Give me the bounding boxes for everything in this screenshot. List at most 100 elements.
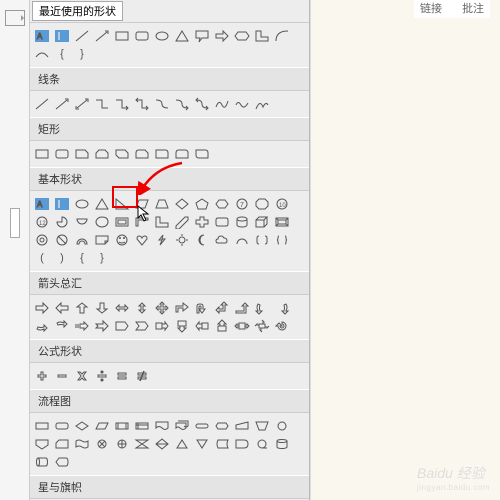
vtext-icon[interactable]: [53, 196, 71, 212]
divide-icon[interactable]: [93, 368, 111, 384]
right-arrow-icon[interactable]: [213, 28, 231, 44]
l-shape-icon[interactable]: [153, 214, 171, 230]
up-down-arrow-icon[interactable]: [133, 300, 151, 316]
snip-round-rect-icon[interactable]: [133, 146, 151, 162]
striped-arrow-icon[interactable]: [73, 318, 91, 334]
heart-icon[interactable]: [133, 232, 151, 248]
heptagon-icon[interactable]: 7: [233, 196, 251, 212]
flow-data-icon[interactable]: [93, 418, 111, 434]
up-arrow-icon[interactable]: [73, 300, 91, 316]
diamond-icon[interactable]: [173, 196, 191, 212]
flow-connector-icon[interactable]: [273, 418, 291, 434]
hexagon-icon[interactable]: [233, 28, 251, 44]
parallelogram-icon[interactable]: [133, 196, 151, 212]
moon-icon[interactable]: [193, 232, 211, 248]
circular-arrow-icon[interactable]: [273, 318, 291, 334]
triangle-icon[interactable]: [93, 196, 111, 212]
elbow-icon[interactable]: [93, 96, 111, 112]
flow-manual-op-icon[interactable]: [253, 418, 271, 434]
hexagon-icon[interactable]: [213, 196, 231, 212]
bent-up-arrow-icon[interactable]: [233, 300, 251, 316]
line-double-arrow-icon[interactable]: [73, 96, 91, 112]
brace-open-icon[interactable]: {: [53, 46, 71, 62]
decagon-icon[interactable]: 10: [273, 196, 291, 212]
brace-close-icon[interactable]: }: [73, 46, 91, 62]
curve-connector-icon[interactable]: [153, 96, 171, 112]
chord-icon[interactable]: [73, 214, 91, 230]
double-bracket-icon[interactable]: [253, 232, 271, 248]
arc-icon[interactable]: [273, 28, 291, 44]
lightning-icon[interactable]: [153, 232, 171, 248]
left-arrow-icon[interactable]: [53, 300, 71, 316]
rounded-rect-icon[interactable]: [53, 146, 71, 162]
octagon-icon[interactable]: [253, 196, 271, 212]
equals-icon[interactable]: [113, 368, 131, 384]
round1-rect-icon[interactable]: [153, 146, 171, 162]
oval-icon[interactable]: [73, 196, 91, 212]
section-rects[interactable]: 矩形: [30, 117, 309, 141]
curved-right-arrow-icon[interactable]: [253, 300, 271, 316]
chevron-icon[interactable]: [133, 318, 151, 334]
snip-diag-rect-icon[interactable]: [113, 146, 131, 162]
triangle-icon[interactable]: [173, 28, 191, 44]
flow-decision-icon[interactable]: [73, 418, 91, 434]
sun-icon[interactable]: [173, 232, 191, 248]
arc-icon[interactable]: [233, 232, 251, 248]
no-symbol-icon[interactable]: [53, 232, 71, 248]
shapes-scroll[interactable]: A { } 线条: [30, 23, 309, 500]
not-equal-icon[interactable]: [133, 368, 151, 384]
up-callout-arrow-icon[interactable]: [213, 318, 231, 334]
textbox-icon[interactable]: A: [33, 28, 51, 44]
left-brace-icon[interactable]: {: [73, 250, 91, 266]
teardrop-icon[interactable]: [93, 214, 111, 230]
left-bracket-icon[interactable]: (: [33, 250, 51, 266]
snip2-rect-icon[interactable]: [93, 146, 111, 162]
rect-icon[interactable]: [113, 28, 131, 44]
line-arrow-icon[interactable]: [53, 96, 71, 112]
freeform-icon[interactable]: [213, 96, 231, 112]
line-icon[interactable]: [33, 96, 51, 112]
flow-merge-icon[interactable]: [193, 436, 211, 452]
left-right-arrow-icon[interactable]: [113, 300, 131, 316]
flow-card-icon[interactable]: [53, 436, 71, 452]
down-arrow-icon[interactable]: [93, 300, 111, 316]
flow-collate-icon[interactable]: [133, 436, 151, 452]
section-lines[interactable]: 线条: [30, 67, 309, 91]
flow-direct-icon[interactable]: [33, 454, 51, 470]
section-stars[interactable]: 星与旗帜: [30, 475, 309, 499]
plaque-icon[interactable]: [213, 214, 231, 230]
donut-icon[interactable]: [33, 232, 51, 248]
section-flowchart[interactable]: 流程图: [30, 389, 309, 413]
cross-icon[interactable]: [193, 214, 211, 230]
curved-up-arrow-icon[interactable]: [33, 318, 51, 334]
elbow-double-icon[interactable]: [133, 96, 151, 112]
rounded-rect-icon[interactable]: [133, 28, 151, 44]
lr-callout-arrow-icon[interactable]: [233, 318, 251, 334]
l-shape-icon[interactable]: [253, 28, 271, 44]
flow-multidoc-icon[interactable]: [173, 418, 191, 434]
round2-rect-icon[interactable]: [173, 146, 191, 162]
flow-predefined-icon[interactable]: [113, 418, 131, 434]
elbow-arrow-icon[interactable]: [113, 96, 131, 112]
folded-corner-icon[interactable]: [93, 232, 111, 248]
curved-left-arrow-icon[interactable]: [273, 300, 291, 316]
flow-sort-icon[interactable]: [153, 436, 171, 452]
flow-terminator-icon[interactable]: [193, 418, 211, 434]
plus-icon[interactable]: [33, 368, 51, 384]
flow-tape-icon[interactable]: [73, 436, 91, 452]
diag-stripe-icon[interactable]: [173, 214, 191, 230]
oval-icon[interactable]: [153, 28, 171, 44]
curved-down-arrow-icon[interactable]: [53, 318, 71, 334]
vtext-icon[interactable]: [53, 28, 71, 44]
right-brace-icon[interactable]: }: [93, 250, 111, 266]
collapse-icon[interactable]: [5, 10, 25, 26]
flow-offpage-icon[interactable]: [33, 436, 51, 452]
canvas-area[interactable]: 链接 批注 Baidu 经验 jingyan.baidu.com: [310, 0, 500, 500]
tab-link[interactable]: 链接: [420, 0, 442, 16]
flow-preparation-icon[interactable]: [213, 418, 231, 434]
flow-seq-storage-icon[interactable]: [253, 436, 271, 452]
block-arc-icon[interactable]: [73, 232, 91, 248]
curve-icon[interactable]: [33, 46, 51, 62]
section-arrows[interactable]: 箭头总汇: [30, 271, 309, 295]
snip1-rect-icon[interactable]: [73, 146, 91, 162]
